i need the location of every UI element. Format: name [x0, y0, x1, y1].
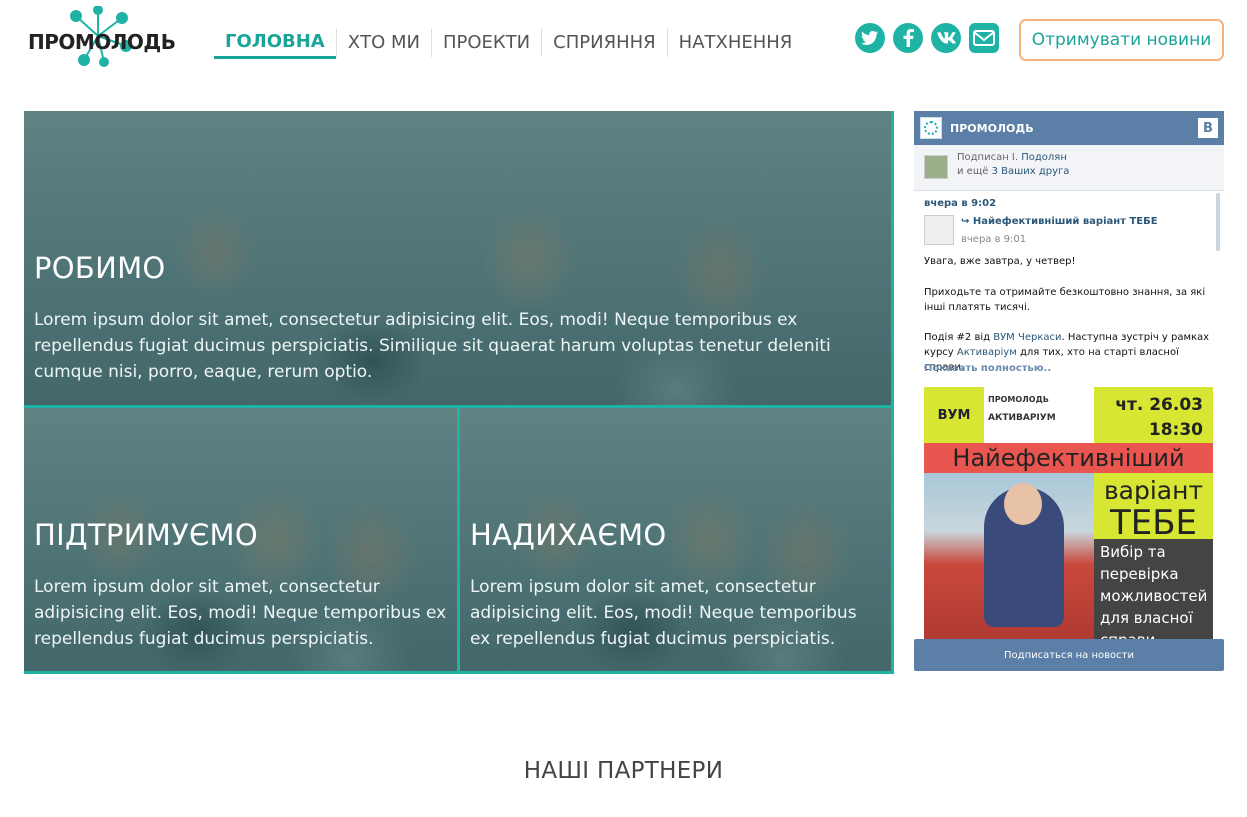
vk-link-vum[interactable]: ВУМ Черкаси [993, 332, 1061, 343]
poster-vum-logo: ВУМ [924, 387, 984, 443]
vk-more-friends-link[interactable]: 3 Ваших друга [992, 166, 1070, 177]
nav-item-projects[interactable]: ПРОЕКТИ [430, 29, 541, 57]
vk-group-name[interactable]: ПРОМОЛОДЬ [950, 122, 1198, 135]
tile-text: Lorem ipsum dolor sit amet, consectetur … [470, 577, 857, 649]
tile-doing[interactable]: РОБИМО Lorem ipsum dolor sit amet, conse… [24, 111, 894, 405]
vk-group-widget: ПРОМОЛОДЬ В Подписан І. Подолян и ещё 3 … [914, 111, 1224, 671]
poster-promo-logo: ПРОМОЛОДЬ [988, 395, 1049, 404]
tile-title: ПІДТРИМУЄМО [34, 518, 259, 552]
tile-title: НАДИХАЄМО [470, 518, 667, 552]
tile-title: РОБИМО [34, 251, 166, 285]
tile-text: Lorem ipsum dolor sit amet, consectetur … [34, 577, 447, 649]
vk-more-friends-line: и ещё 3 Ваших друга [957, 166, 1069, 177]
poster-activarium-logo: АКТИВАРІУМ [988, 413, 1056, 423]
vk-logo-icon[interactable]: В [1198, 118, 1218, 138]
vk-subscribed-line: Подписан І. Подолян [957, 152, 1067, 163]
get-news-button[interactable]: Отримувати новини [1019, 19, 1224, 61]
vk-more-prefix: и ещё [957, 166, 989, 177]
vk-post-text-2: Приходьте та отримайте безкоштовно знанн… [924, 287, 1206, 313]
nav-item-support[interactable]: СПРИЯННЯ [541, 29, 667, 57]
vk-repost-time: вчера в 9:01 [961, 234, 1027, 245]
poster-date: чт. 26.03 18:30 [1094, 387, 1213, 443]
vk-widget-header: ПРОМОЛОДЬ В [914, 111, 1224, 145]
site-header: ПРОМОЛОДЬ ГОЛОВНА ХТО МИ ПРОЕКТИ СПРИЯНН… [0, 0, 1247, 90]
vk-subscribe-button[interactable]: Подписаться на новости [914, 639, 1224, 671]
nav-item-about[interactable]: ХТО МИ [335, 29, 431, 57]
vk-repost-thumbnail[interactable] [924, 215, 954, 245]
poster-variant: варіант ТЕБЕ [1094, 473, 1213, 543]
vk-post-time[interactable]: вчера в 9:02 [924, 198, 996, 209]
vk-subscribers: Подписан І. Подолян и ещё 3 Ваших друга [914, 145, 1224, 191]
poster-tebe-text: ТЕБЕ [1109, 503, 1198, 543]
tile-inspire[interactable]: НАДИХАЄМО Lorem ipsum dolor sit amet, co… [460, 405, 894, 674]
tile-text: Lorem ipsum dolor sit amet, consectetur … [34, 310, 831, 382]
logo-text: ПРОМОЛОДЬ [28, 30, 176, 54]
vk-group-avatar[interactable] [920, 117, 942, 139]
mail-icon[interactable] [969, 23, 999, 53]
vk-repost-title[interactable]: ↪ Найефективніший варіант ТЕБЕ [961, 216, 1158, 227]
vk-scrollbar[interactable] [1216, 193, 1220, 251]
logo[interactable]: ПРОМОЛОДЬ [26, 6, 176, 68]
vk-friend-link[interactable]: Подолян [1021, 152, 1067, 163]
vk-text-part: Подія #2 від [924, 332, 991, 343]
nav-item-home[interactable]: ГОЛОВНА [214, 28, 336, 59]
vk-repost-title-text: Найефективніший варіант ТЕБЕ [972, 216, 1158, 227]
facebook-icon[interactable] [893, 23, 923, 53]
main-nav: ГОЛОВНА ХТО МИ ПРОЕКТИ СПРИЯННЯ НАТХНЕНН… [214, 27, 803, 59]
tile-support[interactable]: ПІДТРИМУЄМО Lorem ipsum dolor sit amet, … [24, 405, 457, 674]
partners-heading: НАШІ ПАРТНЕРИ [523, 758, 724, 784]
tile-border [891, 111, 894, 405]
vk-post-text-1: Увага, вже завтра, у четвер! [924, 256, 1076, 267]
poster-time-text: 18:30 [1148, 420, 1203, 440]
twitter-icon[interactable] [855, 23, 885, 53]
vk-link-activarium[interactable]: Активаріум [957, 347, 1017, 358]
friend-avatar[interactable] [924, 155, 948, 179]
poster-runner-face [1004, 483, 1042, 525]
nav-item-inspiration[interactable]: НАТХНЕННЯ [666, 29, 804, 57]
vk-icon[interactable] [931, 23, 961, 53]
social-links [855, 23, 999, 53]
vk-show-more-link[interactable]: Показать полностью.. [924, 363, 1051, 374]
poster-date-text: чт. 26.03 [1115, 395, 1203, 415]
poster-headline: Найефективніший [924, 443, 1213, 473]
vk-post-image[interactable]: ВУМ ПРОМОЛОДЬ АКТИВАРІУМ чт. 26.03 18:30… [924, 387, 1213, 639]
poster-description: Вибір та перевірка можливостей для власн… [1094, 539, 1213, 639]
vk-subscribed-prefix: Подписан І. [957, 152, 1019, 163]
